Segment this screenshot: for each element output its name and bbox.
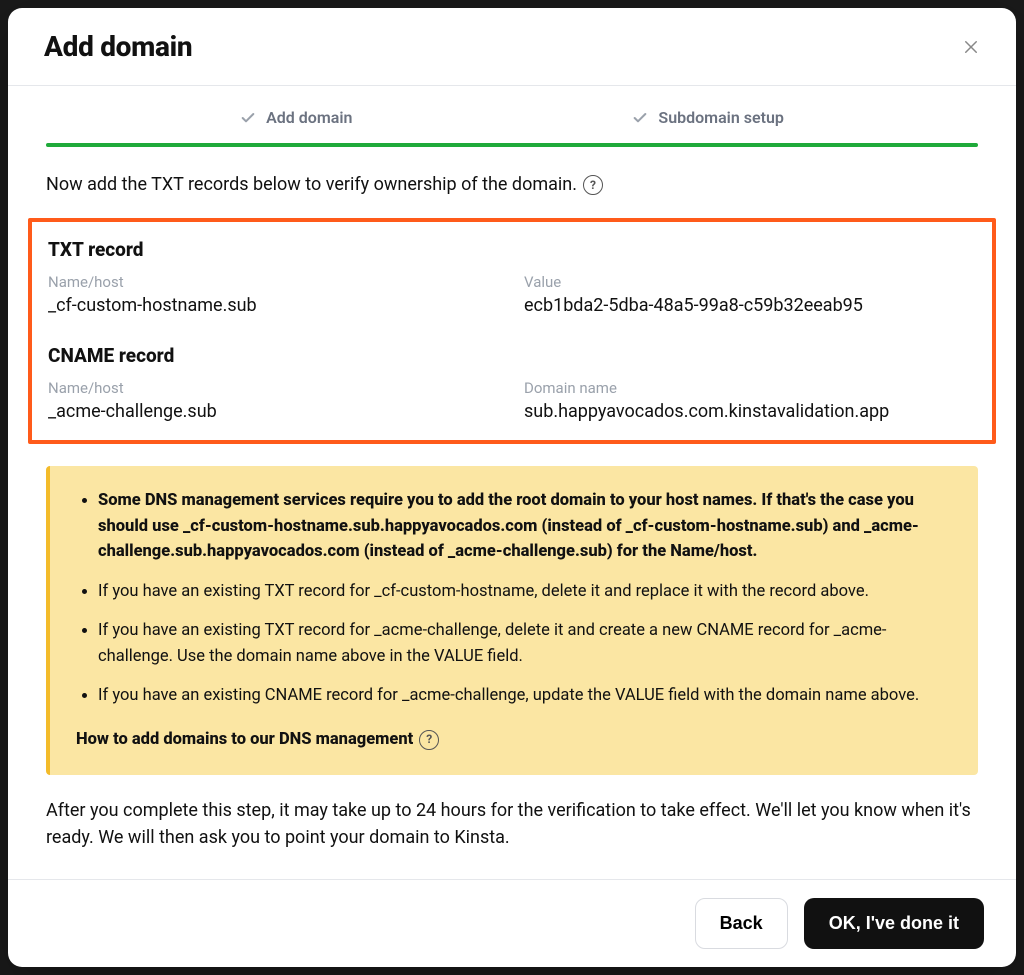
stepper: Add domain Subdomain setup (46, 86, 978, 137)
callout-item: Some DNS management services require you… (98, 488, 952, 565)
modal-footer: Back OK, I've done it (8, 879, 1016, 967)
instruction-text: Now add the TXT records below to verify … (46, 171, 978, 198)
callout-item: If you have an existing TXT record for _… (98, 618, 952, 669)
txt-value-value: ecb1bda2-5dba-48a5-99a8-c59b32eeab95 (524, 295, 976, 316)
txt-record-heading: TXT record (48, 238, 976, 261)
callout-item: If you have an existing CNAME record for… (98, 683, 952, 709)
dns-records-box: TXT record Name/host _cf-custom-hostname… (28, 218, 996, 444)
cname-domain-value: sub.happyavocados.com.kinstavalidation.a… (524, 401, 976, 422)
step-label: Add domain (266, 108, 352, 127)
help-icon[interactable]: ? (583, 175, 603, 195)
dns-callout: Some DNS management services require you… (46, 466, 978, 775)
ok-button[interactable]: OK, I've done it (804, 898, 984, 949)
step-label: Subdomain setup (658, 108, 783, 127)
progress-bar (46, 143, 978, 147)
callout-item: If you have an existing TXT record for _… (98, 579, 952, 605)
modal-title: Add domain (44, 30, 192, 63)
step-subdomain-setup: Subdomain setup (632, 108, 783, 127)
txt-name-label: Name/host (48, 273, 500, 291)
step-add-domain: Add domain (240, 108, 352, 127)
cname-name-label: Name/host (48, 379, 500, 397)
check-icon (240, 110, 256, 126)
txt-value-label: Value (524, 273, 976, 291)
help-icon[interactable]: ? (419, 730, 439, 750)
cname-record-heading: CNAME record (48, 344, 976, 367)
txt-name-value: _cf-custom-hostname.sub (48, 295, 500, 316)
back-button[interactable]: Back (695, 898, 788, 949)
how-to-link[interactable]: How to add domains to our DNS management… (76, 727, 952, 753)
cname-name-value: _acme-challenge.sub (48, 401, 500, 422)
check-icon (632, 110, 648, 126)
modal-header: Add domain (8, 8, 1016, 86)
add-domain-modal: Add domain Add domain Subdomain setup No… (8, 8, 1016, 967)
modal-body: Add domain Subdomain setup Now add the T… (8, 86, 1016, 879)
cname-domain-label: Domain name (524, 379, 976, 397)
close-icon[interactable] (962, 38, 980, 56)
after-text: After you complete this step, it may tak… (46, 797, 978, 853)
